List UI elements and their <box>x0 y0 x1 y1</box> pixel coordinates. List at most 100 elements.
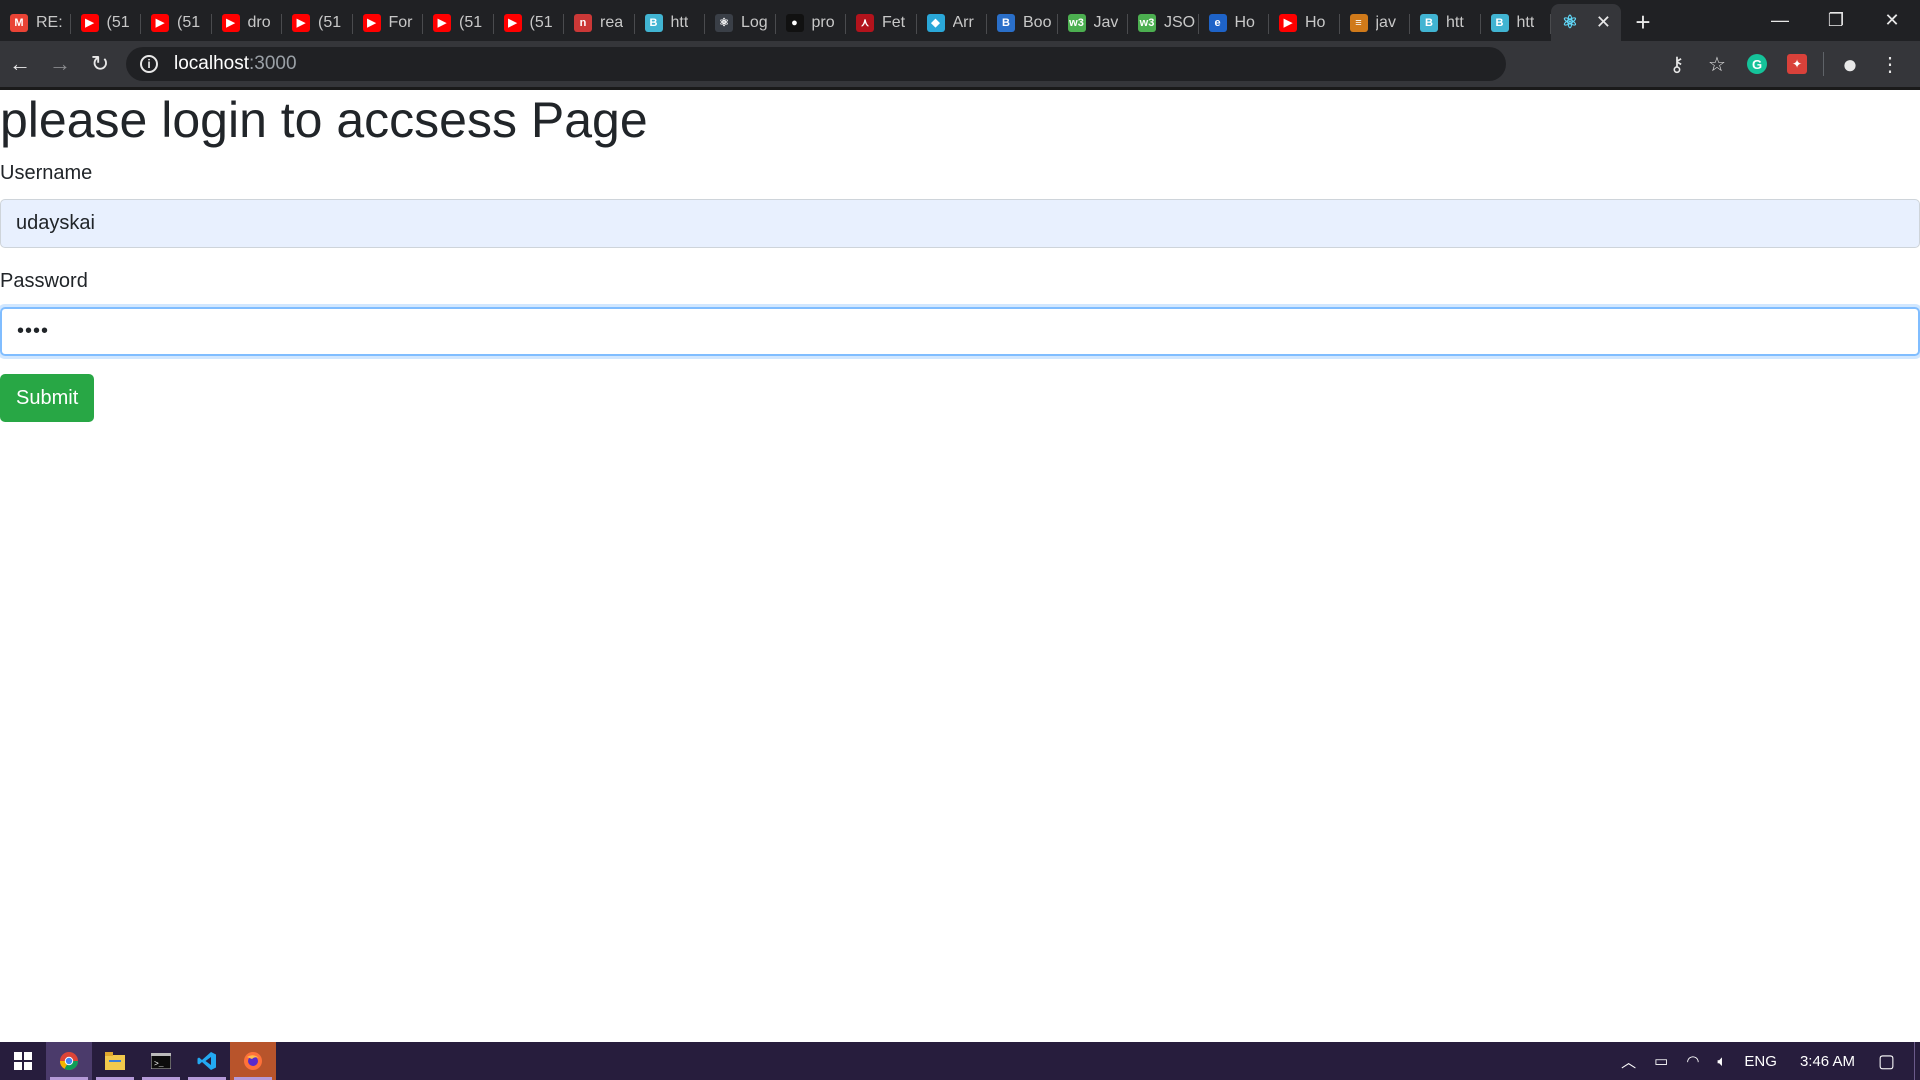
volume-icon[interactable]: 🔈︎ <box>1708 1053 1735 1070</box>
wifi-icon[interactable]: ◠ <box>1677 1052 1708 1070</box>
tab-item[interactable]: n rea <box>564 4 635 41</box>
toolbar-actions: ⚷ ☆ G ✦ ● ⋮ <box>1657 44 1920 84</box>
youtube-icon: ▶ <box>80 13 99 32</box>
tab-label: For <box>388 13 413 31</box>
tab-item[interactable]: B Boo <box>987 4 1058 41</box>
tab-item[interactable]: ◆ Arr <box>917 4 988 41</box>
tab-label: Jav <box>1093 13 1119 31</box>
tab-item[interactable]: w3 JSO <box>1128 4 1199 41</box>
youtube-icon: ▶ <box>292 13 310 32</box>
tab-label: (51 <box>318 13 342 31</box>
username-input[interactable]: udayskai <box>0 199 1920 248</box>
battery-icon[interactable]: ▭ <box>1645 1052 1677 1070</box>
tab-label: rea <box>600 13 624 31</box>
tab-item[interactable]: Bhtt <box>635 4 706 41</box>
gmail-icon: M <box>10 13 28 32</box>
page-content: please login to accsess Page Username ud… <box>0 90 1920 1042</box>
address-bar[interactable]: i localhost:3000 <box>126 47 1506 81</box>
tab-item[interactable]: ⚛ Log <box>705 4 776 41</box>
tab-label: JSO <box>1164 13 1196 31</box>
react-icon: ⚛ <box>1561 12 1579 32</box>
react-bootstrap-icon: B <box>1420 13 1438 32</box>
youtube-icon: ▶ <box>151 13 169 32</box>
tab-item[interactable]: Bhtt <box>1481 4 1552 41</box>
tab-label: RE: <box>36 13 63 31</box>
close-tab-icon[interactable]: ✕ <box>1596 12 1611 33</box>
show-desktop-button[interactable] <box>1914 1042 1920 1080</box>
stackoverflow-icon: ≡ <box>1349 13 1368 32</box>
tab-label: htt <box>1516 13 1535 31</box>
back-arrow-icon[interactable]: ← <box>0 44 40 84</box>
new-tab-button[interactable]: + <box>1621 4 1665 41</box>
vscode-icon[interactable] <box>184 1042 230 1080</box>
tab-label: htt <box>1446 13 1464 31</box>
tab-label: (51 <box>459 13 483 31</box>
terminal-icon[interactable]: >_ <box>138 1042 184 1080</box>
toolbar-divider <box>1823 52 1824 76</box>
tab-item[interactable]: ▶ (51 <box>423 4 494 41</box>
tab-item[interactable]: w3 Jav <box>1058 4 1129 41</box>
youtube-icon: ▶ <box>1279 13 1297 32</box>
system-tray: ︿ ▭ ◠ 🔈︎ ENG 3:46 AM ▢ <box>1612 1042 1920 1080</box>
star-icon[interactable]: ☆ <box>1697 44 1737 84</box>
username-label: Username <box>0 162 93 184</box>
tab-label: Arr <box>952 13 974 31</box>
profile-avatar-icon[interactable]: ● <box>1830 44 1870 84</box>
tab-item[interactable]: ▶ For <box>353 4 424 41</box>
close-window-icon[interactable]: ✕ <box>1864 0 1920 41</box>
edureka-icon: e <box>1208 13 1227 32</box>
submit-button[interactable]: Submit <box>0 374 95 422</box>
menu-kebab-icon[interactable]: ⋮ <box>1870 44 1910 84</box>
tab-item[interactable]: ▶ dro <box>212 4 283 41</box>
tab-item[interactable]: ▶ (51 <box>141 4 212 41</box>
youtube-icon: ▶ <box>433 13 451 32</box>
tab-label: (51 <box>529 13 553 31</box>
browser-toolbar: ← → ↻ i localhost:3000 ⚷ ☆ G ✦ ● ⋮ <box>0 41 1920 87</box>
tab-active[interactable]: ⚛ ✕ <box>1551 4 1621 41</box>
key-icon[interactable]: ⚷ <box>1657 44 1697 84</box>
tab-label: htt <box>670 13 689 31</box>
tab-label: (51 <box>106 13 130 31</box>
language-indicator[interactable]: ENG <box>1735 1053 1786 1070</box>
tab-label: Boo <box>1023 13 1052 31</box>
chevron-up-icon[interactable]: ︿ <box>1612 1051 1645 1072</box>
page-title: please login to accsess Page <box>0 92 648 148</box>
tab-label: jav <box>1375 13 1396 31</box>
tab-list: M RE: ▶ (51 ▶ (51 ▶ dro ▶ (51 ▶ For ▶ (51 ▶ (51 n rea Bhtt… <box>0 0 1551 41</box>
file-explorer-icon[interactable] <box>92 1042 138 1080</box>
tab-item[interactable]: ≡ jav <box>1340 4 1411 41</box>
windows-start-icon[interactable] <box>0 1042 46 1080</box>
tab-item[interactable]: Bhtt <box>1410 4 1481 41</box>
tab-item[interactable]: M RE: <box>0 4 71 41</box>
tab-label: Fet <box>882 13 906 31</box>
tab-item[interactable]: ▶ (51 <box>494 4 565 41</box>
firefox-icon[interactable] <box>230 1042 276 1080</box>
youtube-icon: ▶ <box>221 13 240 32</box>
youtube-icon: ▶ <box>362 13 381 32</box>
tab-item[interactable]: ▶ (51 <box>71 4 142 41</box>
minimize-icon[interactable]: — <box>1752 0 1808 41</box>
forward-arrow-icon[interactable]: → <box>40 44 80 84</box>
info-icon[interactable]: i <box>140 55 158 73</box>
tab-item[interactable]: e Ho <box>1199 4 1270 41</box>
grammarly-extension-icon[interactable]: G <box>1747 54 1767 74</box>
github-icon: ● <box>785 13 804 32</box>
clock[interactable]: 3:46 AM <box>1786 1053 1869 1070</box>
username-value: udayskai <box>16 212 95 234</box>
tab-item[interactable]: ● pro <box>776 4 847 41</box>
password-value: •••• <box>17 320 50 342</box>
youtube-icon: ▶ <box>503 13 522 32</box>
tab-item[interactable]: ⋏ Fet <box>846 4 917 41</box>
notification-icon[interactable]: ▢ <box>1869 1051 1904 1072</box>
password-input[interactable]: •••• <box>0 307 1920 356</box>
tab-item[interactable]: ▶ (51 <box>282 4 353 41</box>
reload-icon[interactable]: ↻ <box>80 44 120 84</box>
restore-icon[interactable]: ❐ <box>1808 0 1864 41</box>
react-bootstrap-icon: B <box>644 13 663 32</box>
tab-item[interactable]: ▶ Ho <box>1269 4 1340 41</box>
bookmark-icon: ◆ <box>926 13 945 32</box>
svg-text:>_: >_ <box>154 1060 164 1069</box>
npm-icon: n <box>574 13 592 32</box>
chrome-icon[interactable] <box>46 1042 92 1080</box>
extension-icon[interactable]: ✦ <box>1787 54 1807 74</box>
